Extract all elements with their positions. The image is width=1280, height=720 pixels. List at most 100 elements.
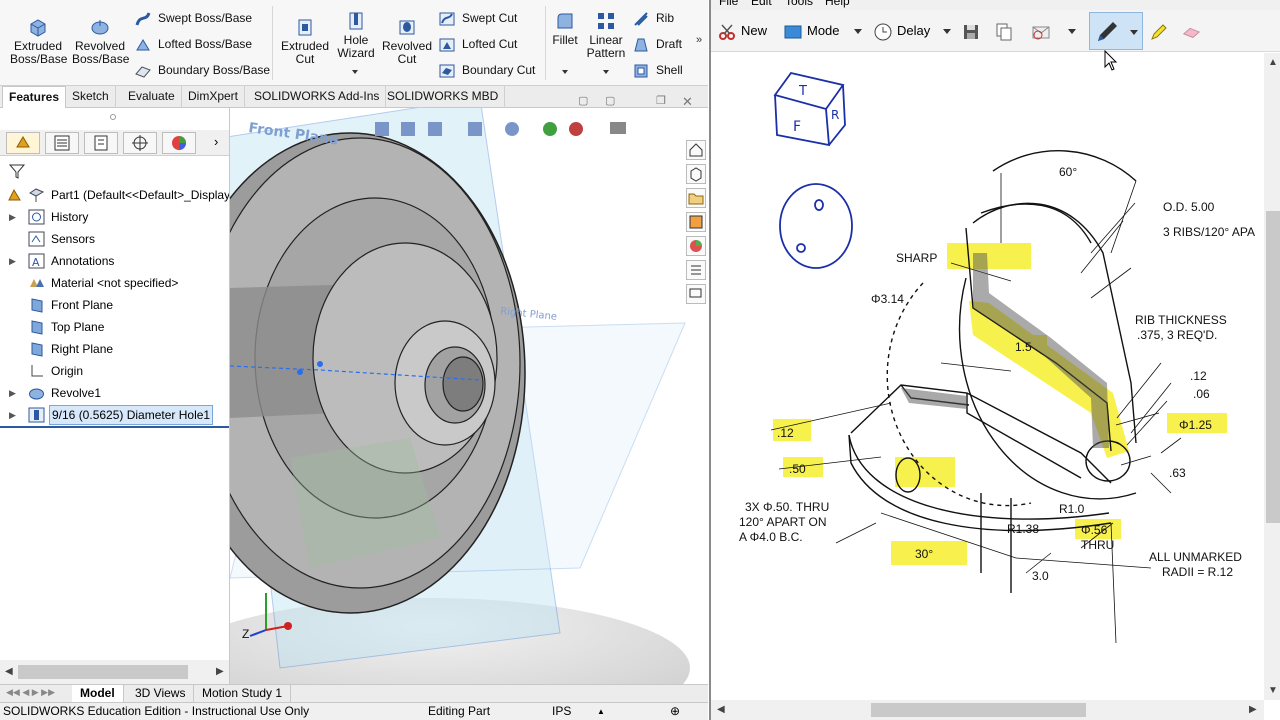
appearance-icon[interactable]: [686, 236, 706, 256]
tab-model[interactable]: Model: [72, 685, 124, 702]
tab-configuration-manager[interactable]: [84, 132, 118, 154]
units-text[interactable]: IPS: [552, 704, 571, 718]
linear-pattern-dropdown-icon[interactable]: [603, 70, 609, 74]
scroll-thumb[interactable]: [18, 665, 188, 679]
scroll-left-icon[interactable]: ◀: [717, 704, 725, 715]
swept-boss-button[interactable]: Swept Boss/Base: [134, 8, 252, 28]
view-palette-icon[interactable]: [686, 212, 706, 232]
horizontal-scroll-thumb[interactable]: [871, 703, 1086, 717]
tab-evaluate[interactable]: Evaluate: [122, 86, 182, 108]
pen-button[interactable]: [1089, 12, 1143, 50]
folder-icon[interactable]: [686, 188, 706, 208]
lofted-cut-button[interactable]: Lofted Cut: [438, 34, 517, 54]
expand-arrow-icon[interactable]: ▶: [9, 206, 17, 228]
mode-dropdown-icon[interactable]: [854, 29, 862, 34]
close-icon[interactable]: ✕: [682, 94, 693, 110]
tab-property-manager[interactable]: [45, 132, 79, 154]
draft-button[interactable]: Draft: [632, 34, 682, 54]
tab-3d-views[interactable]: 3D Views: [127, 685, 195, 702]
tab-solidworks-addins[interactable]: SOLIDWORKS Add-Ins: [248, 86, 387, 108]
tab-nav-arrows-icon[interactable]: ◀◀ ◀ ▶ ▶▶: [6, 687, 55, 698]
restore-icon[interactable]: ▢: [578, 94, 588, 107]
expand-arrow-icon[interactable]: ▶: [9, 404, 17, 426]
fillet-icon: [557, 13, 573, 29]
scroll-left-icon[interactable]: ◀: [5, 666, 13, 677]
fillet-dropdown-icon[interactable]: [562, 70, 568, 74]
ribbon-overflow-icon[interactable]: »: [696, 34, 702, 46]
maximize-icon[interactable]: ❐: [656, 94, 666, 107]
expand-arrow-icon[interactable]: ▶: [9, 382, 17, 404]
delay-button[interactable]: Delay: [873, 20, 930, 42]
expand-arrow-icon[interactable]: ▶: [9, 250, 17, 272]
menu-file[interactable]: File: [719, 0, 738, 8]
scroll-right-icon[interactable]: ▶: [1249, 704, 1257, 715]
tree-tabs-next-icon[interactable]: ›: [214, 134, 218, 149]
vertical-scrollbar[interactable]: ▲ ▼: [1264, 53, 1280, 700]
property-manager-icon: [54, 135, 70, 151]
restore-icon[interactable]: ▢: [605, 94, 615, 107]
send-dropdown-icon[interactable]: [1068, 29, 1076, 34]
extruded-cut-button[interactable]: Extruded Cut: [278, 16, 332, 66]
pin-icon[interactable]: [110, 114, 116, 120]
hole-wizard-label: Hole Wizard: [337, 33, 375, 60]
tab-dimxpert[interactable]: DimXpert: [182, 86, 246, 108]
linear-pattern-button[interactable]: Linear Pattern: [584, 10, 628, 74]
scroll-down-icon[interactable]: ▼: [1268, 685, 1278, 696]
tab-display-manager[interactable]: [162, 132, 196, 154]
new-snip-button[interactable]: New: [717, 20, 767, 42]
scroll-up-icon[interactable]: ▲: [1268, 57, 1278, 68]
custom-properties-icon[interactable]: [686, 260, 706, 280]
tab-solidworks-mbd[interactable]: SOLIDWORKS MBD: [381, 86, 506, 108]
forum-icon[interactable]: [686, 284, 706, 304]
scroll-right-icon[interactable]: ▶: [216, 666, 224, 677]
view-3d-icon[interactable]: [686, 164, 706, 184]
shell-button[interactable]: Shell: [632, 60, 683, 80]
send-button[interactable]: [1031, 20, 1055, 42]
swept-cut-button[interactable]: Swept Cut: [438, 8, 517, 28]
extruded-boss-button[interactable]: Extruded Boss/Base: [10, 16, 67, 66]
revolved-cut-button[interactable]: Revolved Cut: [380, 16, 434, 66]
tab-motion-study[interactable]: Motion Study 1: [194, 685, 292, 702]
pen-dropdown-icon[interactable]: [1130, 30, 1138, 35]
mode-button[interactable]: Mode: [783, 20, 840, 42]
rollback-bar[interactable]: [0, 426, 229, 428]
fillet-button[interactable]: Fillet: [548, 10, 582, 74]
delay-dropdown-icon[interactable]: [943, 29, 951, 34]
new-label: New: [741, 23, 768, 38]
eraser-button[interactable]: [1181, 20, 1205, 42]
revolved-boss-button[interactable]: Revolved Boss/Base: [72, 16, 129, 66]
drawing-canvas[interactable]: T F R 60° O.D. 5.00 3 RIBS/120° APA SHAR…: [711, 53, 1264, 700]
tree-filter[interactable]: [0, 160, 229, 182]
copy-button[interactable]: [994, 20, 1018, 42]
horizontal-scrollbar[interactable]: ◀ ▶: [711, 700, 1264, 720]
tree-horizontal-scrollbar[interactable]: ◀ ▶: [0, 660, 229, 684]
plane-icon: [31, 342, 43, 357]
tab-dimxpert-manager[interactable]: [123, 132, 157, 154]
boundary-boss-button[interactable]: Boundary Boss/Base: [134, 60, 270, 80]
boundary-cut-label: Boundary Cut: [462, 63, 536, 77]
help-icon[interactable]: ⊕: [670, 704, 680, 718]
lofted-boss-button[interactable]: Lofted Boss/Base: [134, 34, 252, 54]
editing-mode-text: Editing Part: [428, 704, 491, 718]
rib-button[interactable]: Rib: [632, 8, 674, 28]
hole-wizard-button[interactable]: Hole Wizard: [334, 10, 378, 74]
graphics-viewport[interactable]: Z Front Plane Right Plane .: [230, 108, 708, 684]
menu-help[interactable]: Help: [825, 0, 850, 8]
units-dropdown-icon[interactable]: ▲: [597, 707, 605, 716]
save-button[interactable]: [961, 20, 985, 42]
tab-features[interactable]: Features: [2, 86, 67, 108]
lofted-cut-label: Lofted Cut: [462, 37, 518, 51]
vertical-scroll-thumb[interactable]: [1266, 211, 1280, 523]
highlighter-button[interactable]: [1149, 20, 1173, 42]
menu-tools[interactable]: Tools: [785, 0, 813, 8]
pen-icon: [1098, 22, 1117, 41]
tab-feature-manager[interactable]: [6, 132, 40, 154]
boundary-cut-button[interactable]: Boundary Cut: [438, 60, 535, 80]
view-home-icon[interactable]: [686, 140, 706, 160]
tab-sketch[interactable]: Sketch: [66, 86, 116, 108]
dim-d125: Φ1.25: [1179, 418, 1212, 432]
hole-wizard-dropdown-icon[interactable]: [352, 70, 358, 74]
filter-icon: [8, 164, 26, 179]
menu-edit[interactable]: Edit: [751, 0, 772, 8]
feature-manager-tree: › Part1 (Default<<Default>_Display ▶ His…: [0, 108, 230, 684]
